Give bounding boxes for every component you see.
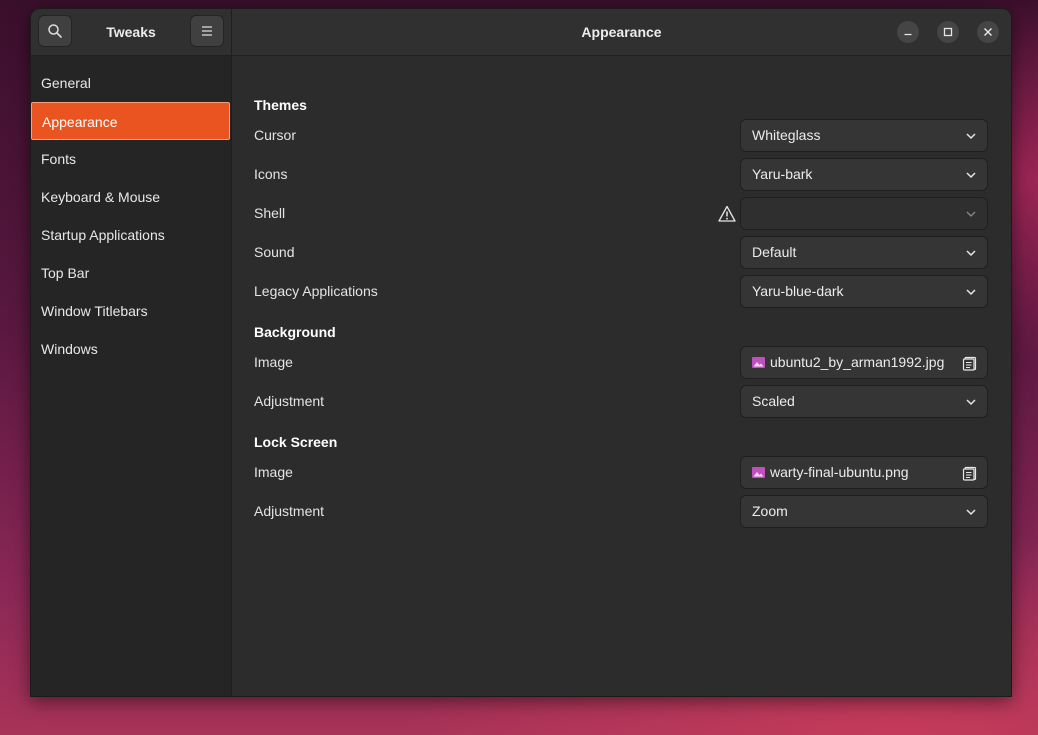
background-image-button[interactable]: ubuntu2_by_arman1992.jpg bbox=[740, 346, 988, 379]
lock-screen-image-label: Image bbox=[254, 464, 293, 480]
close-button[interactable] bbox=[977, 21, 999, 43]
lock-screen-adjustment-label: Adjustment bbox=[254, 503, 325, 519]
maximize-icon bbox=[943, 27, 953, 37]
sound-value: Default bbox=[752, 244, 797, 260]
open-file-icon bbox=[962, 356, 977, 371]
chevron-down-icon bbox=[966, 172, 976, 179]
search-icon bbox=[48, 24, 62, 38]
sidebar-item-general[interactable]: General bbox=[31, 64, 231, 102]
background-adjustment-dropdown[interactable]: Scaled bbox=[740, 385, 988, 418]
icons-dropdown[interactable]: Yaru-bark bbox=[740, 158, 988, 191]
sidebar-title: Tweaks bbox=[106, 24, 156, 40]
shell-dropdown[interactable] bbox=[740, 197, 988, 230]
cursor-dropdown[interactable]: Whiteglass bbox=[740, 119, 988, 152]
cursor-label: Cursor bbox=[254, 127, 297, 143]
close-icon bbox=[984, 28, 992, 36]
sound-dropdown[interactable]: Default bbox=[740, 236, 988, 269]
sidebar-item-keyboard-mouse[interactable]: Keyboard & Mouse bbox=[31, 178, 231, 216]
image-file-icon bbox=[752, 357, 765, 368]
legacy-applications-dropdown[interactable]: Yaru-blue-dark bbox=[740, 275, 988, 308]
maximize-button[interactable] bbox=[937, 21, 959, 43]
appearance-panel: Themes Cursor Whiteglass Icons Yaru-bark… bbox=[232, 56, 1011, 696]
chevron-down-icon bbox=[966, 133, 976, 140]
legacy-applications-value: Yaru-blue-dark bbox=[752, 283, 844, 299]
image-file-icon bbox=[752, 467, 765, 478]
sidebar-item-window-titlebars[interactable]: Window Titlebars bbox=[31, 292, 231, 330]
background-adjustment-value: Scaled bbox=[752, 393, 795, 409]
menu-button[interactable] bbox=[190, 15, 224, 47]
cursor-value: Whiteglass bbox=[752, 127, 821, 143]
lock-screen-image-value: warty-final-ubuntu.png bbox=[770, 464, 909, 480]
main-header: Appearance bbox=[232, 9, 1011, 56]
hamburger-menu-icon bbox=[202, 26, 212, 36]
sidebar: General Appearance Fonts Keyboard & Mous… bbox=[31, 56, 232, 696]
page-title: Appearance bbox=[581, 24, 662, 40]
sidebar-item-fonts[interactable]: Fonts bbox=[31, 140, 231, 178]
shell-label: Shell bbox=[254, 205, 286, 221]
icons-value: Yaru-bark bbox=[752, 166, 813, 182]
background-image-label: Image bbox=[254, 354, 293, 370]
minimize-button[interactable] bbox=[897, 21, 919, 43]
sidebar-item-windows[interactable]: Windows bbox=[31, 330, 231, 368]
warning-icon bbox=[718, 205, 736, 222]
lock-screen-heading: Lock Screen bbox=[254, 434, 338, 450]
lock-screen-image-button[interactable]: warty-final-ubuntu.png bbox=[740, 456, 988, 489]
background-heading: Background bbox=[254, 324, 336, 340]
search-button[interactable] bbox=[38, 15, 72, 47]
tweaks-window: Tweaks Appearance General Appearance Fon… bbox=[30, 8, 1012, 697]
sidebar-item-startup-applications[interactable]: Startup Applications bbox=[31, 216, 231, 254]
open-file-icon bbox=[962, 466, 977, 481]
lock-screen-adjustment-dropdown[interactable]: Zoom bbox=[740, 495, 988, 528]
chevron-down-icon bbox=[966, 289, 976, 296]
themes-heading: Themes bbox=[254, 97, 307, 113]
sidebar-header: Tweaks bbox=[31, 9, 232, 56]
chevron-down-icon bbox=[966, 211, 976, 217]
sidebar-item-appearance[interactable]: Appearance bbox=[31, 102, 230, 140]
legacy-applications-label: Legacy Applications bbox=[254, 283, 378, 299]
lock-screen-adjustment-value: Zoom bbox=[752, 503, 788, 519]
chevron-down-icon bbox=[966, 509, 976, 516]
background-image-value: ubuntu2_by_arman1992.jpg bbox=[770, 354, 945, 370]
sidebar-item-top-bar[interactable]: Top Bar bbox=[31, 254, 231, 292]
chevron-down-icon bbox=[966, 399, 976, 406]
chevron-down-icon bbox=[966, 250, 976, 257]
icons-label: Icons bbox=[254, 166, 288, 182]
sound-label: Sound bbox=[254, 244, 295, 260]
minimize-icon bbox=[904, 33, 912, 36]
background-adjustment-label: Adjustment bbox=[254, 393, 325, 409]
